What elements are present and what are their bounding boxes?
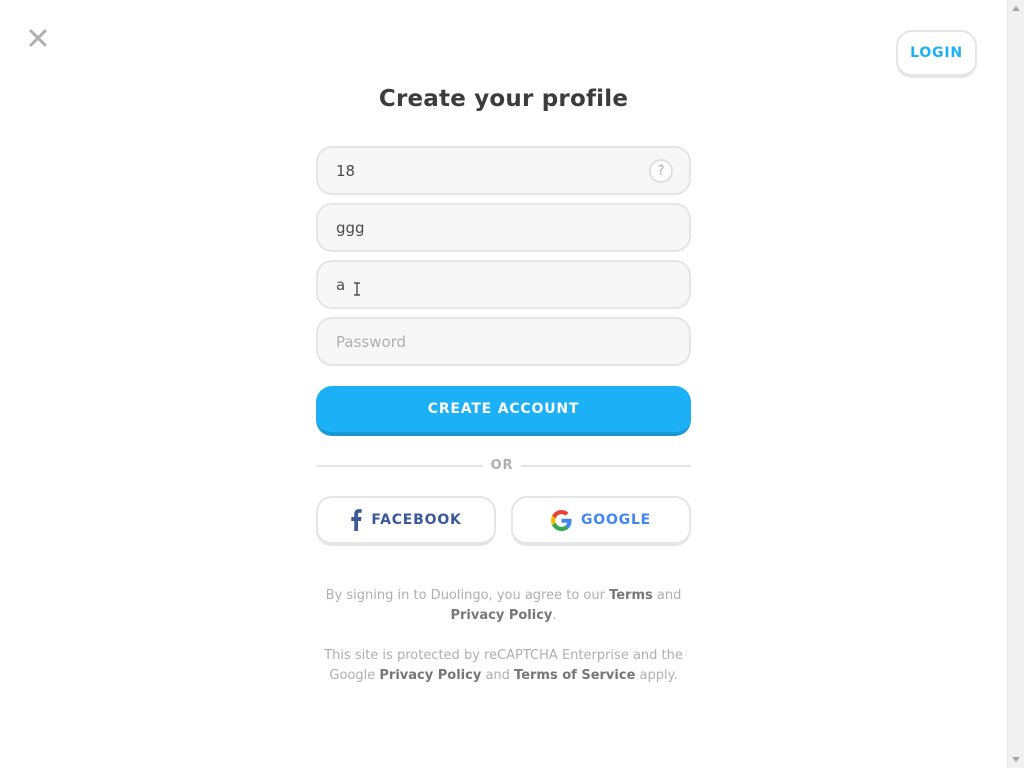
password-input[interactable] (336, 332, 671, 351)
google-privacy-policy-link[interactable]: Privacy Policy (379, 668, 481, 683)
password-field[interactable] (316, 317, 691, 366)
email-field[interactable] (316, 260, 691, 309)
age-field[interactable]: ? (316, 146, 691, 195)
help-icon[interactable]: ? (649, 159, 673, 183)
divider-label: OR (490, 458, 514, 473)
name-field[interactable] (316, 203, 691, 252)
google-button[interactable]: GOOGLE (511, 496, 691, 546)
terms-link[interactable]: Terms (609, 588, 653, 603)
recaptcha-notice-text: and (481, 668, 515, 683)
scroll-up-icon[interactable] (1012, 6, 1020, 11)
age-input[interactable] (336, 161, 671, 180)
facebook-label: FACEBOOK (371, 512, 462, 528)
recaptcha-notice: This site is protected by reCAPTCHA Ente… (306, 646, 701, 686)
recaptcha-notice-text: apply. (635, 668, 678, 683)
name-input[interactable] (336, 218, 671, 237)
privacy-policy-link[interactable]: Privacy Policy (450, 608, 552, 623)
google-icon (550, 509, 572, 531)
terms-of-service-link[interactable]: Terms of Service (514, 668, 635, 683)
scrollbar[interactable] (1007, 0, 1024, 768)
email-input[interactable] (336, 275, 671, 294)
google-label: GOOGLE (580, 512, 652, 528)
terms-notice-text: By signing in to Duolingo, you agree to … (325, 588, 610, 603)
terms-notice: By signing in to Duolingo, you agree to … (306, 586, 701, 626)
facebook-icon (351, 509, 363, 531)
facebook-button[interactable]: FACEBOOK (316, 496, 496, 546)
close-button[interactable] (26, 26, 50, 50)
terms-notice-text: . (552, 608, 557, 623)
divider-line (316, 465, 483, 467)
text-cursor-icon (354, 282, 360, 296)
terms-notice-text: and (652, 588, 682, 603)
page-title: Create your profile (378, 86, 629, 112)
scroll-down-icon[interactable] (1012, 757, 1020, 762)
close-icon (29, 29, 47, 47)
login-button[interactable]: LOGIN (896, 30, 977, 78)
divider-line (521, 465, 691, 467)
create-account-button[interactable]: CREATE ACCOUNT (316, 386, 691, 436)
or-divider: OR (316, 458, 691, 474)
